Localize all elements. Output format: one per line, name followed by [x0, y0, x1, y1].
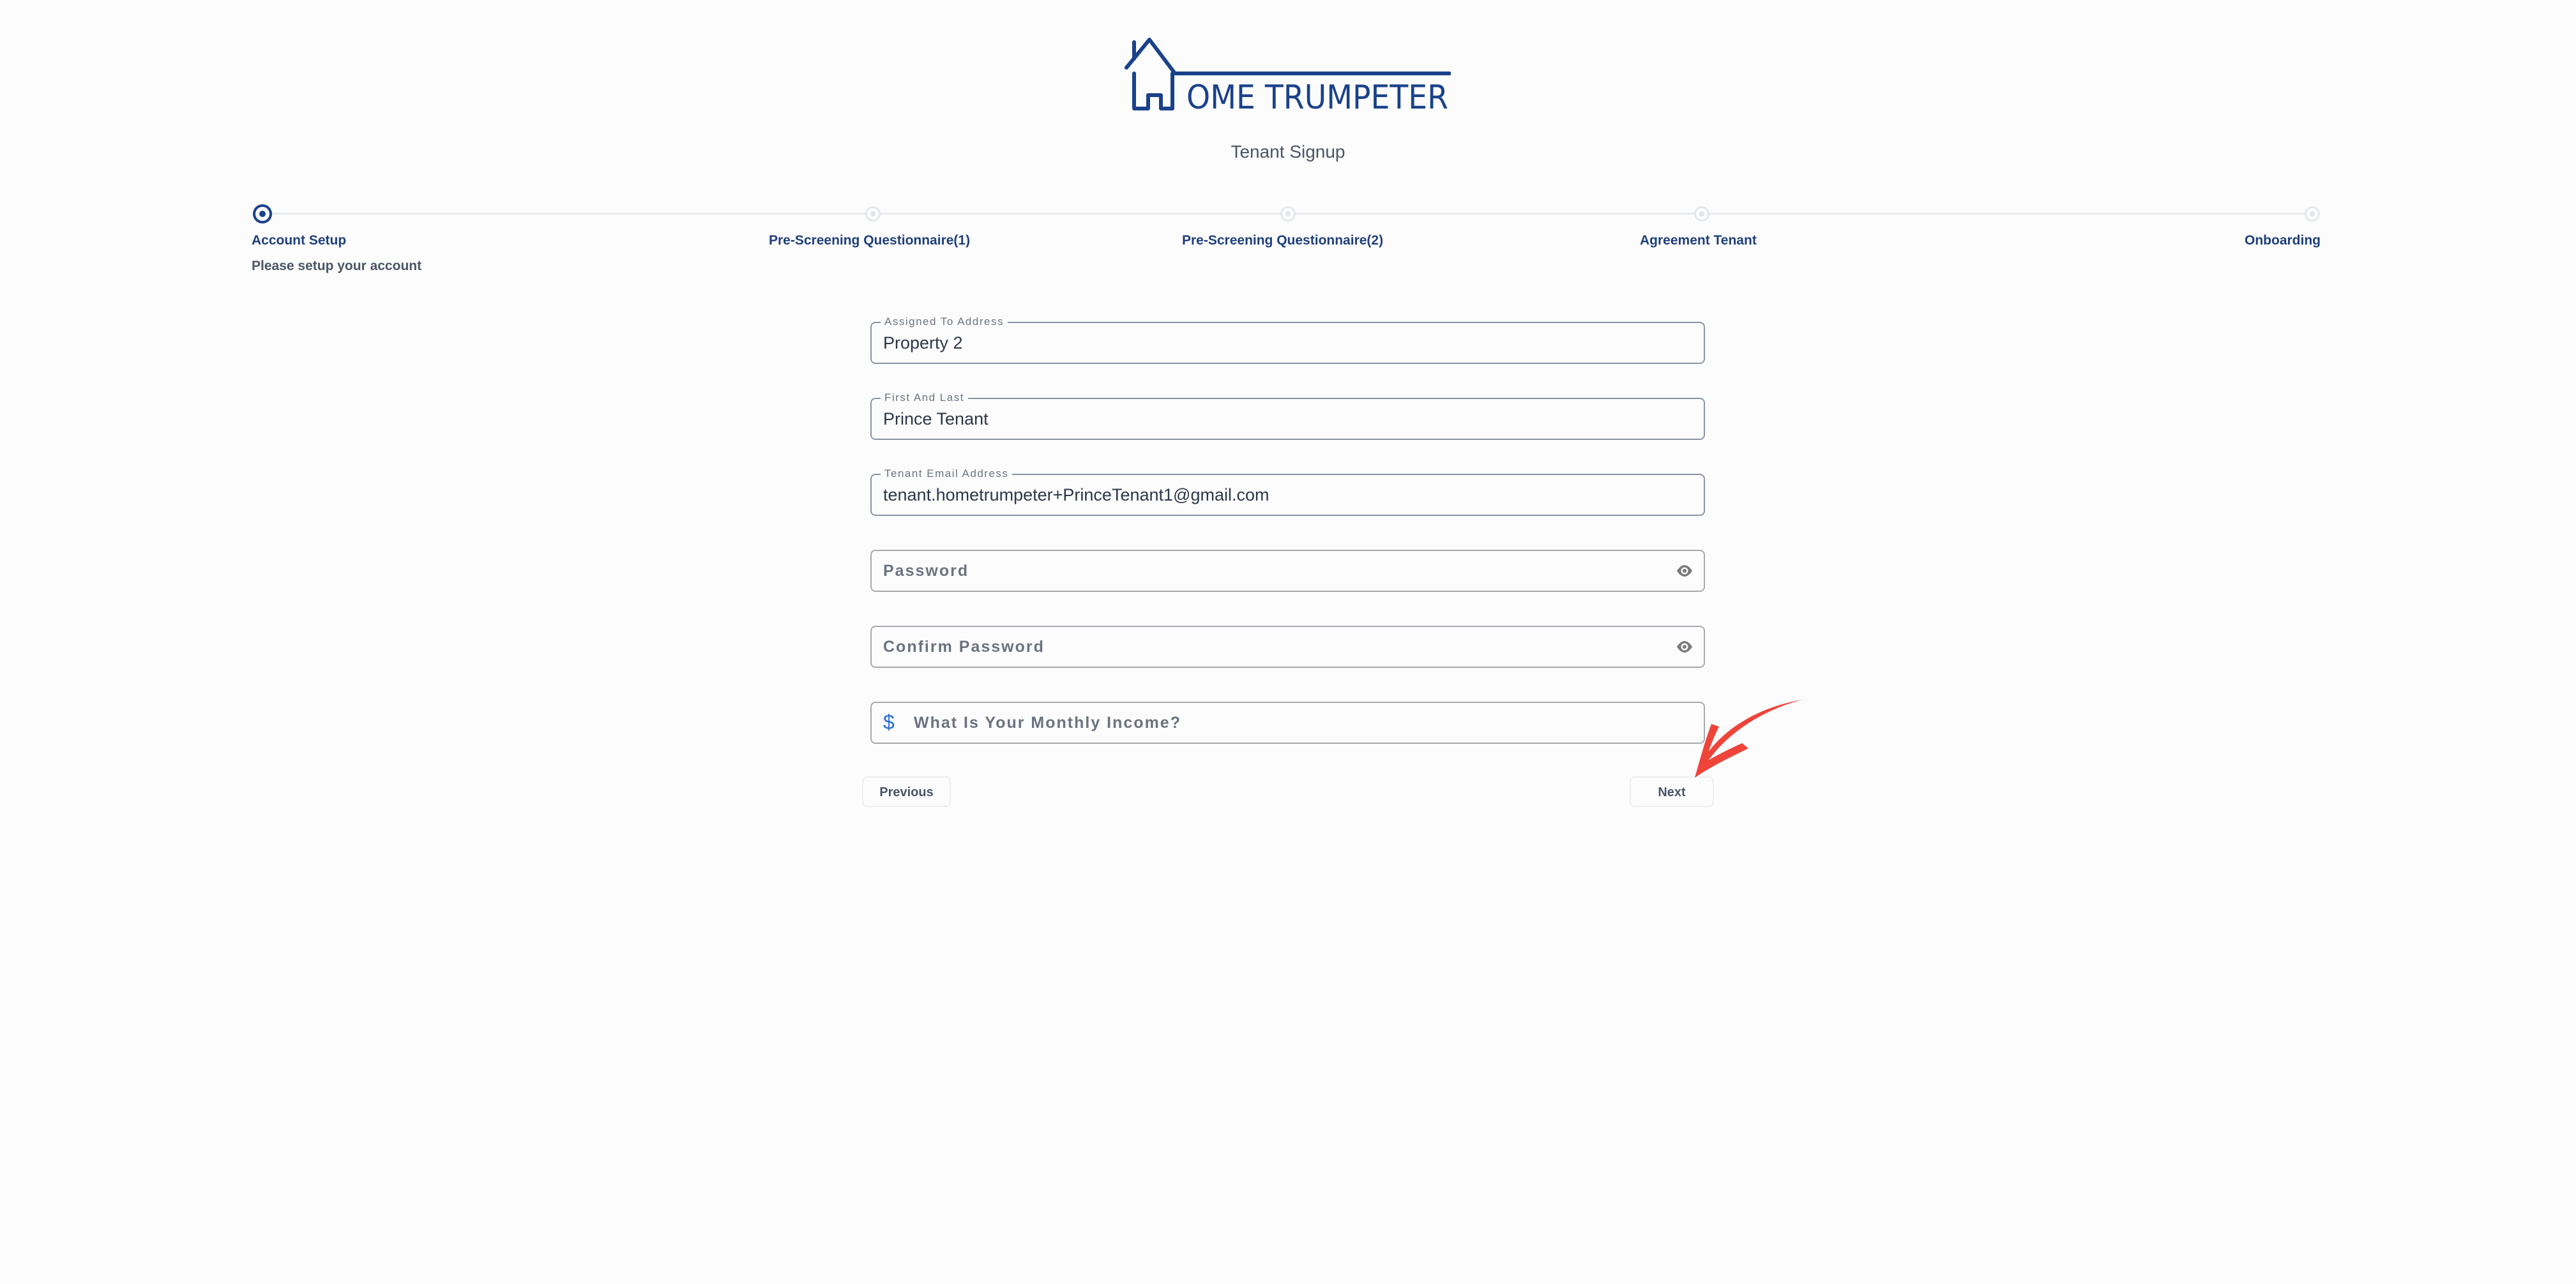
- email-label: Tenant Email Address: [881, 467, 1013, 480]
- step-2-label[interactable]: Pre-Screening Questionnaire(1): [769, 233, 970, 248]
- assigned-address-label: Assigned To Address: [881, 315, 1008, 328]
- home-trumpeter-logo: OME TRUMPETER: [1125, 38, 1451, 114]
- full-name-value: Prince Tenant: [883, 409, 989, 428]
- step-4-indicator[interactable]: [1694, 206, 1709, 222]
- email-value: tenant.hometrumpeter+PrinceTenant1@gmail…: [883, 485, 1269, 504]
- step-2-indicator[interactable]: [865, 206, 881, 222]
- step-5-label[interactable]: Onboarding: [2245, 233, 2321, 248]
- previous-button[interactable]: Previous: [862, 776, 951, 807]
- step-3-label[interactable]: Pre-Screening Questionnaire(2): [1182, 233, 1383, 248]
- step-1-description: Please setup your account: [252, 259, 422, 273]
- logo-text: OME TRUMPETER: [1186, 79, 1448, 114]
- full-name-field[interactable]: First And Last Prince Tenant: [870, 391, 1705, 440]
- eye-icon[interactable]: [1676, 564, 1693, 578]
- monthly-income-placeholder: What Is Your Monthly Income?: [914, 714, 1181, 732]
- step-1-label[interactable]: Account Setup: [252, 233, 346, 248]
- full-name-label: First And Last: [881, 391, 968, 404]
- email-field[interactable]: Tenant Email Address tenant.hometrumpete…: [870, 467, 1705, 516]
- confirm-password-placeholder: Confirm Password: [883, 638, 1045, 656]
- confirm-password-field[interactable]: Confirm Password: [870, 626, 1705, 668]
- password-placeholder: Password: [883, 562, 969, 580]
- password-field[interactable]: Password: [870, 550, 1705, 592]
- step-5-indicator[interactable]: [2305, 206, 2320, 222]
- eye-icon[interactable]: [1676, 640, 1693, 654]
- page-subtitle: Tenant Signup: [1231, 142, 1345, 162]
- step-1-indicator[interactable]: [253, 204, 272, 223]
- dollar-icon: $: [883, 711, 895, 734]
- monthly-income-field[interactable]: $ What Is Your Monthly Income?: [870, 702, 1705, 744]
- assigned-address-value: Property 2: [883, 333, 963, 352]
- annotation-arrow-icon: [1695, 700, 1802, 778]
- assigned-address-field[interactable]: Assigned To Address Property 2: [870, 315, 1705, 364]
- step-3-indicator[interactable]: [1280, 206, 1296, 222]
- step-4-label[interactable]: Agreement Tenant: [1640, 233, 1757, 248]
